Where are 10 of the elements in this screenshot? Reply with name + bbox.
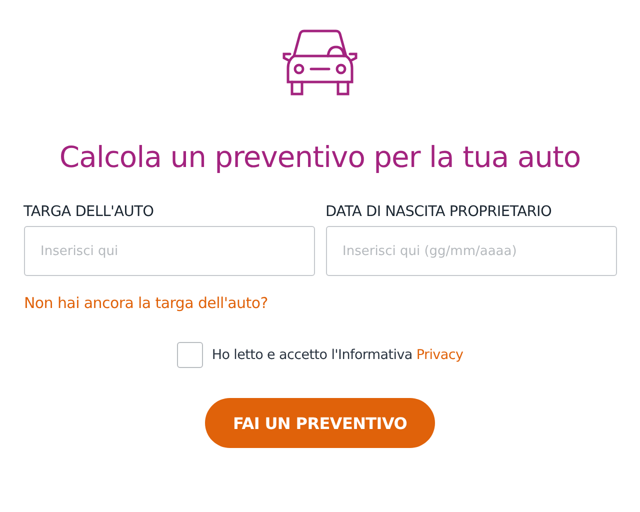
- quote-button[interactable]: FAI UN PREVENTIVO: [205, 398, 435, 448]
- page-title: Calcola un preventivo per la tua auto: [59, 140, 581, 174]
- privacy-link[interactable]: Privacy: [416, 347, 464, 363]
- field-label: TARGA DELL'AUTO: [24, 204, 155, 220]
- help-link[interactable]: Non hai ancora la targa dell'auto?: [24, 294, 268, 312]
- field-label: DATA DI NASCITA PROPRIETARIO: [326, 204, 553, 220]
- consent-checkbox[interactable]: [176, 342, 203, 368]
- consent-text: Ho letto e accetto l'Informativa Privacy: [212, 347, 464, 363]
- input-field[interactable]: Inserisci qui: [24, 226, 314, 276]
- input-field[interactable]: Inserisci qui (gg/mm/aaaa): [326, 226, 616, 276]
